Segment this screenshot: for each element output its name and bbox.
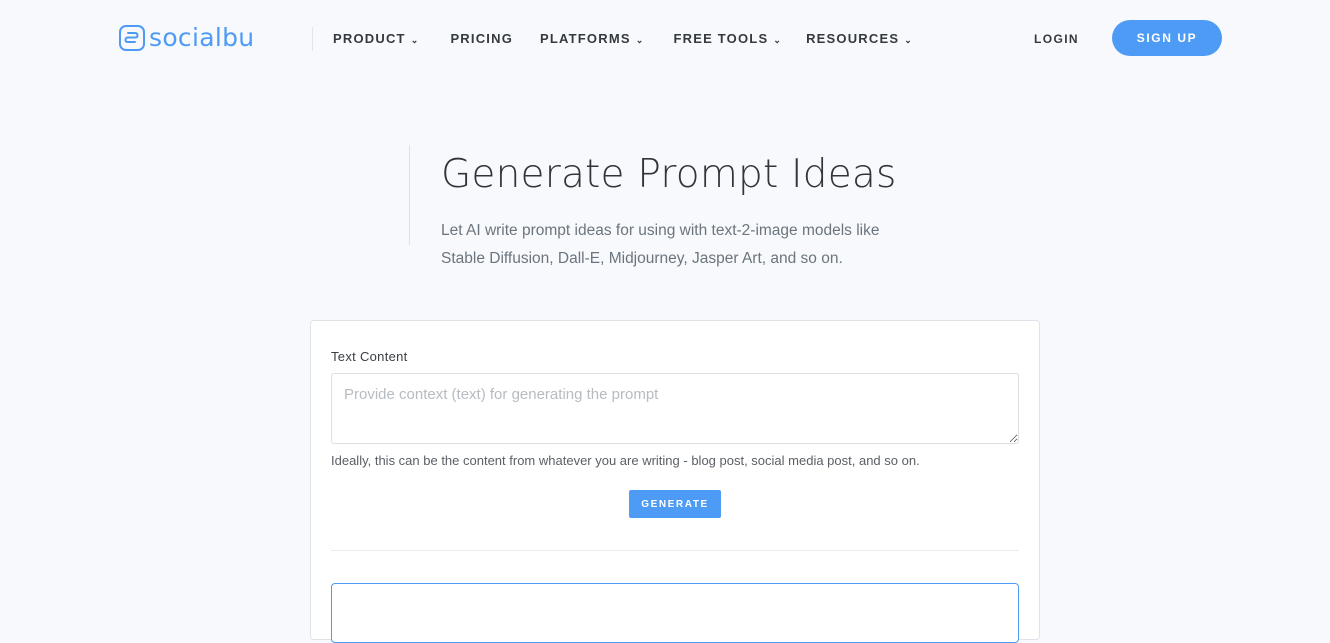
main-menu: PRODUCT ⌄ PRICING PLATFORMS ⌄ FREE TOOLS… — [333, 31, 913, 46]
nav-item-label: RESOURCES — [806, 31, 900, 46]
chevron-down-icon: ⌄ — [410, 34, 420, 45]
logo-icon — [119, 25, 145, 51]
prompt-generator-card: Text Content Ideally, this can be the co… — [310, 320, 1040, 643]
nav-item-label: FREE TOOLS — [673, 31, 769, 46]
nav-divider — [312, 27, 313, 51]
top-navbar: socialbu PRODUCT ⌄ PRICING PLATFORMS ⌄ F… — [0, 0, 1330, 78]
chevron-down-icon: ⌄ — [904, 34, 913, 45]
nav-item-resources[interactable]: RESOURCES ⌄ — [806, 31, 913, 46]
nav-item-product[interactable]: PRODUCT ⌄ — [333, 31, 419, 46]
nav-item-label: PRODUCT — [333, 31, 406, 46]
chevron-down-icon: ⌄ — [635, 34, 645, 45]
nav-item-label: PLATFORMS — [540, 31, 631, 46]
nav-item-free-tools[interactable]: FREE TOOLS ⌄ — [673, 31, 782, 46]
generated-prompt-output[interactable] — [331, 583, 1019, 643]
text-content-label: Text Content — [331, 349, 408, 364]
text-content-hint: Ideally, this can be the content from wh… — [331, 453, 920, 468]
card-divider — [331, 550, 1019, 551]
logo-wordmark: socialbu — [149, 23, 255, 52]
page-title: Generate Prompt Ideas — [441, 152, 897, 197]
text-content-input[interactable] — [331, 373, 1019, 444]
socialbu-logo[interactable]: socialbu — [119, 24, 254, 52]
nav-item-pricing[interactable]: PRICING — [450, 31, 513, 46]
nav-item-label: PRICING — [450, 31, 514, 46]
login-link[interactable]: LOGIN — [1034, 32, 1079, 46]
nav-item-platforms[interactable]: PLATFORMS ⌄ — [540, 31, 644, 46]
hero-accent-bar — [409, 145, 410, 245]
generate-button[interactable]: GENERATE — [629, 490, 721, 518]
chevron-down-icon: ⌄ — [773, 34, 783, 45]
page-subtitle: Let AI write prompt ideas for using with… — [441, 222, 880, 267]
signup-button[interactable]: SIGN UP — [1112, 20, 1222, 56]
